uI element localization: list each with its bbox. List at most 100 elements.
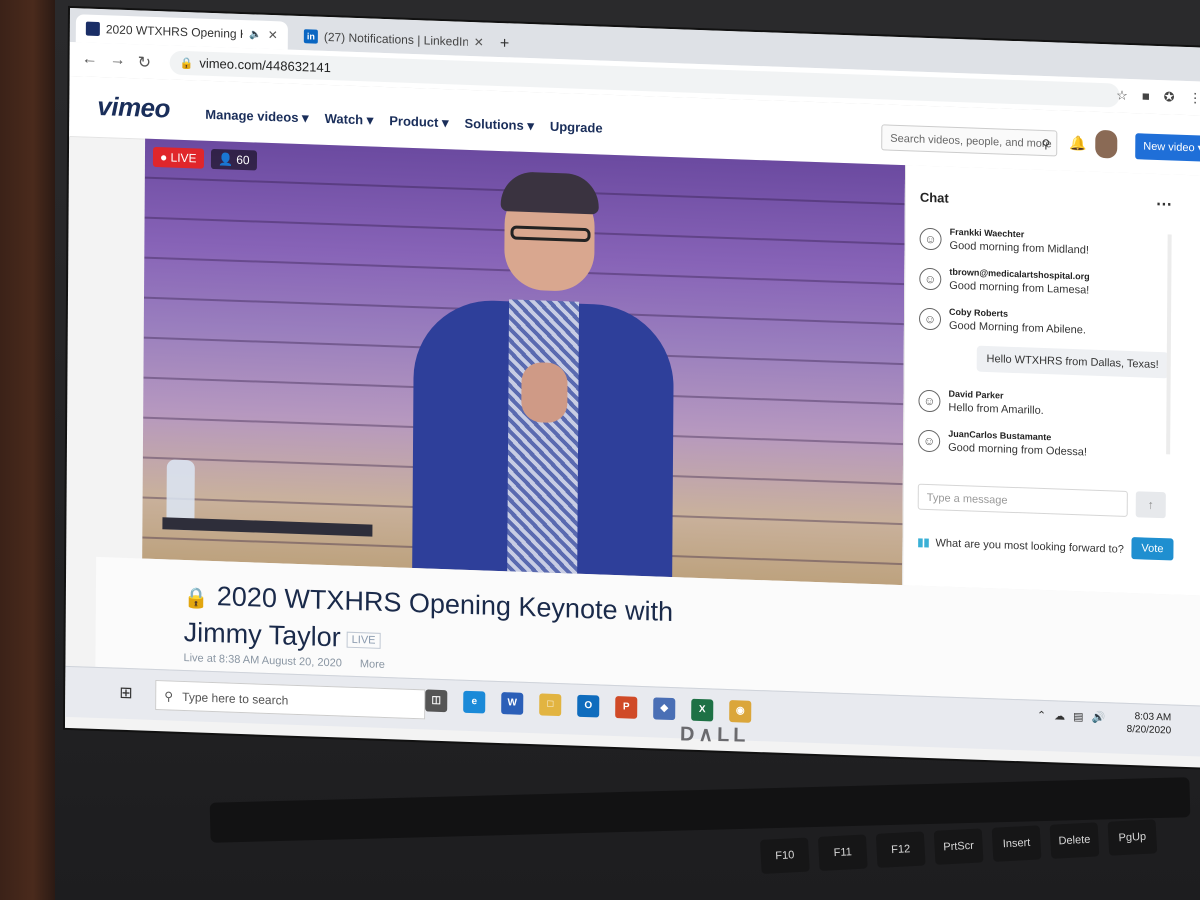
video-player[interactable]: ● LIVE 👤 60 — [142, 138, 906, 586]
chat-message: ☺ Coby Roberts Good Morning from Abilene… — [918, 304, 1169, 351]
poll-question: ▮▮ What are you most looking forward to? — [917, 536, 1124, 556]
vote-button[interactable]: Vote — [1131, 537, 1174, 561]
clock-date: 8/20/2020 — [1126, 723, 1172, 737]
taskbar-apps: ◫ e W □ O P ◆ X ◉ — [425, 689, 752, 723]
nav-watch[interactable]: Watch ▾ — [325, 111, 374, 129]
key-f10[interactable]: F10 — [760, 837, 810, 874]
taskbar-search-placeholder: Type here to search — [182, 689, 289, 708]
bar-chart-icon: ▮▮ — [917, 536, 930, 550]
key-prtscr[interactable]: PrtScr — [933, 828, 984, 865]
search-placeholder: Search videos, people, and more — [890, 132, 1052, 151]
vimeo-favicon-icon — [85, 21, 100, 37]
avatar[interactable] — [1095, 129, 1118, 159]
chat-message: ☺ David Parker Hello from Amarillo. — [918, 386, 1168, 433]
close-tab-icon[interactable]: ✕ — [268, 28, 278, 42]
taskbar-clock[interactable]: 8:03 AM 8/20/2020 — [1127, 710, 1172, 738]
speaker-hands — [521, 361, 568, 424]
cloud-icon[interactable]: ☁ — [1054, 709, 1065, 722]
star-icon[interactable]: ☆ — [1116, 88, 1128, 104]
nav-solutions[interactable]: Solutions ▾ — [464, 116, 533, 134]
extension-icon[interactable]: ■ — [1142, 88, 1150, 104]
close-tab-icon[interactable]: ✕ — [474, 35, 484, 49]
lock-icon: 🔒 — [179, 57, 194, 71]
viewer-count-value: 60 — [236, 152, 250, 168]
chat-author: Coby Roberts — [949, 306, 1009, 319]
excel-icon[interactable]: X — [691, 698, 714, 722]
chat-author: JuanCarlos Bustamante — [948, 428, 1052, 443]
viewer-count: 👤 60 — [210, 148, 257, 171]
speaker-glasses — [510, 225, 591, 243]
chat-author: Frankki Waechter — [949, 226, 1025, 240]
desk-surface — [0, 0, 55, 900]
chat-text: Good morning from Odessa! — [948, 441, 1087, 459]
chat-text: Good morning from Midland! — [949, 239, 1089, 257]
own-chat-text: Hello WTXHRS from Dallas, Texas! — [976, 345, 1169, 379]
more-link[interactable]: More — [360, 658, 385, 671]
reload-icon[interactable]: ↻ — [138, 52, 152, 72]
key-insert[interactable]: Insert — [991, 825, 1042, 862]
windows-start-icon[interactable]: ⊞ — [119, 683, 133, 703]
tab-title: (27) Notifications | LinkedIn — [323, 29, 468, 49]
nav-manage-videos[interactable]: Manage videos ▾ — [205, 107, 308, 127]
video-title-text: 2020 WTXHRS Opening Keynote with Jimmy T… — [183, 581, 674, 653]
more-options-icon[interactable]: ⋯ — [1156, 194, 1172, 215]
key-pgup[interactable]: PgUp — [1107, 819, 1158, 856]
chat-author: David Parker — [948, 388, 1004, 401]
search-icon[interactable]: ⚲ — [1041, 131, 1050, 157]
laptop-screen: 2020 WTXHRS Opening Keyn 🔈 ✕ in (27) Not… — [64, 8, 1200, 768]
taskbar-search-input[interactable]: ⚲ Type here to search — [155, 679, 426, 720]
volume-icon[interactable]: 🔊 — [1092, 711, 1106, 724]
chat-text: Good Morning from Abilene. — [948, 319, 1086, 337]
file-explorer-icon[interactable]: □ — [539, 693, 562, 717]
new-video-button[interactable]: New video ▾ — [1135, 133, 1200, 162]
linkedin-favicon-icon: in — [303, 29, 318, 44]
person-icon: 👤 — [217, 152, 233, 167]
arrow-up-icon: ↑ — [1147, 497, 1154, 512]
nav-upgrade[interactable]: Upgrade — [550, 119, 603, 137]
chat-text: Good morning from Lamesa! — [949, 279, 1090, 297]
user-avatar-icon: ☺ — [918, 307, 942, 331]
app-icon[interactable]: ◆ — [653, 697, 676, 721]
chat-message-list: ☺ Frankki Waechter Good morning from Mid… — [918, 224, 1170, 475]
send-button[interactable]: ↑ — [1135, 491, 1166, 519]
forward-icon[interactable]: → — [110, 51, 126, 70]
new-tab-icon[interactable]: + — [500, 35, 509, 53]
network-icon[interactable]: ▤ — [1073, 710, 1083, 723]
key-delete[interactable]: Delete — [1049, 822, 1100, 859]
live-timestamp: Live at 8:38 AM August 20, 2020 — [183, 651, 342, 670]
back-icon[interactable]: ← — [82, 50, 98, 69]
chevron-up-icon[interactable]: ⌃ — [1037, 709, 1046, 722]
edge-icon[interactable]: e — [463, 690, 486, 714]
powerpoint-icon[interactable]: P — [615, 696, 638, 719]
chrome-icon[interactable]: ◉ — [729, 700, 752, 723]
chat-input[interactable]: Type a message — [917, 483, 1128, 517]
outlook-icon[interactable]: O — [577, 694, 600, 718]
system-tray: ⌃ ☁ ▤ 🔊 — [1037, 709, 1105, 724]
user-avatar-icon: ☺ — [918, 429, 941, 453]
word-icon[interactable]: W — [501, 692, 524, 715]
dell-logo: D∧LL — [679, 723, 750, 747]
url-text: vimeo.com/448632141 — [199, 55, 331, 76]
chat-title: Chat — [919, 189, 949, 206]
tab-title: 2020 WTXHRS Opening Keyn — [105, 22, 244, 42]
task-view-icon[interactable]: ◫ — [425, 689, 448, 713]
lock-icon: 🔒 — [183, 586, 209, 610]
key-f11[interactable]: F11 — [817, 834, 868, 871]
nav-product[interactable]: Product ▾ — [389, 113, 448, 131]
vimeo-nav: Manage videos ▾ Watch ▾ Product ▾ Soluti… — [205, 107, 602, 137]
bell-icon[interactable]: 🔔 — [1069, 135, 1087, 153]
live-pill: LIVE — [346, 631, 381, 649]
search-icon: ⚲ — [164, 689, 174, 704]
vimeo-logo[interactable]: vimeo — [97, 91, 170, 125]
puzzle-icon[interactable]: ✪ — [1164, 89, 1175, 105]
chat-panel: Chat ⋯ ☺ Frankki Waechter Good morning f… — [902, 165, 1200, 597]
chat-message: ☺ Frankki Waechter Good morning from Mid… — [919, 224, 1169, 271]
chat-message: ☺ tbrown@medicalartshospital.org Good mo… — [919, 264, 1169, 311]
search-input[interactable]: Search videos, people, and more ⚲ — [881, 124, 1058, 157]
key-f12[interactable]: F12 — [875, 831, 926, 868]
chat-scrollbar[interactable] — [1166, 234, 1172, 455]
user-avatar-icon: ☺ — [919, 227, 942, 251]
menu-icon[interactable]: ⋮ — [1189, 90, 1200, 106]
user-avatar-icon: ☺ — [918, 389, 941, 413]
extension-icons: ☆ ■ ✪ ⋮ — [1116, 88, 1200, 107]
